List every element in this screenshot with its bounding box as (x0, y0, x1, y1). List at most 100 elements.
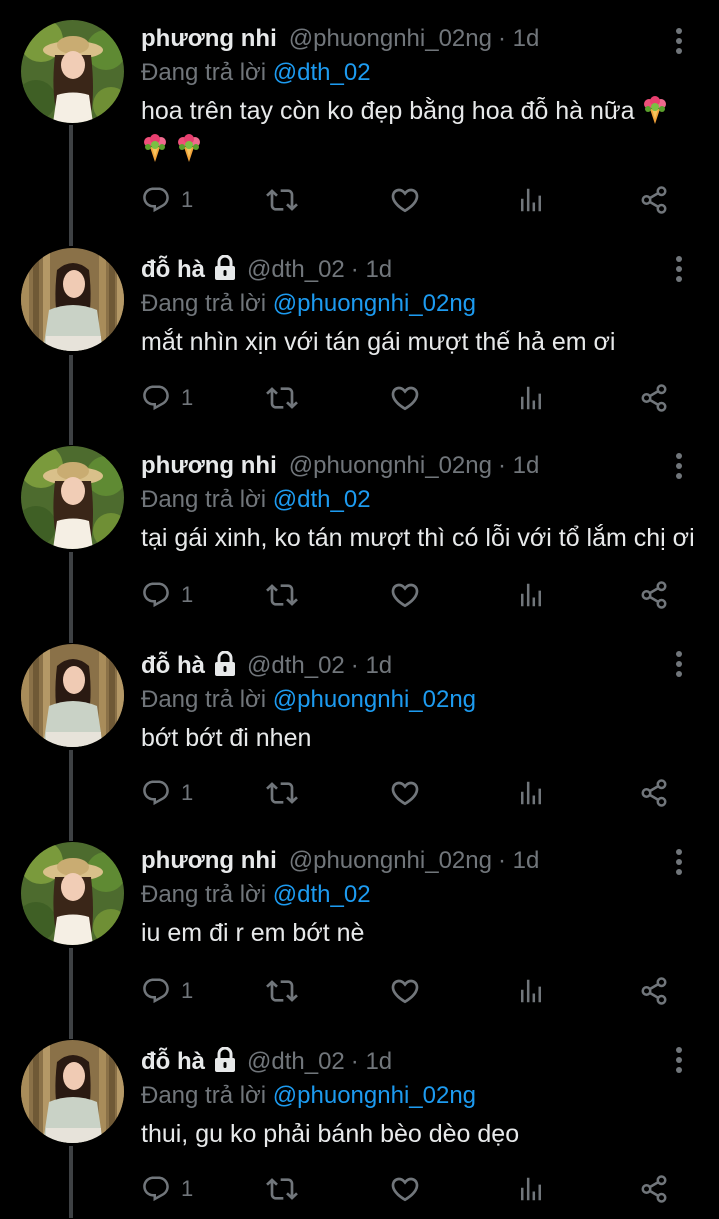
mention-link[interactable]: @dth_02 (273, 881, 371, 908)
more-vertical-icon[interactable] (667, 254, 691, 284)
avatar[interactable] (21, 644, 124, 747)
retweet-button[interactable] (266, 773, 298, 813)
retweet-button[interactable] (266, 575, 298, 615)
author-handle[interactable]: @phuongnhi_02ng (289, 847, 492, 875)
reply-count: 1 (181, 1176, 194, 1201)
views-button[interactable] (516, 971, 546, 1011)
avatar[interactable] (21, 248, 124, 351)
more-vertical-icon[interactable] (667, 1045, 691, 1075)
author-name[interactable]: phương nhi (141, 452, 277, 480)
mention-link[interactable]: @dth_02 (273, 59, 371, 86)
reply-button[interactable]: 1 (141, 1169, 193, 1209)
views-button[interactable] (516, 575, 546, 615)
avatar-photo (21, 842, 124, 945)
avatar[interactable] (21, 20, 124, 123)
tweet-time[interactable]: · 1d (351, 256, 392, 284)
analytics-icon (516, 976, 546, 1006)
author-name[interactable]: đỗ hà (141, 256, 205, 284)
reply-button[interactable]: 1 (141, 378, 193, 418)
reply-icon (141, 778, 171, 808)
like-button[interactable] (389, 773, 421, 813)
reply-count: 1 (181, 780, 194, 805)
more-vertical-icon[interactable] (667, 451, 691, 481)
mention-link[interactable]: @phuongnhi_02ng (273, 290, 476, 317)
replying-label: Đang trả lời (141, 59, 267, 86)
author-handle[interactable]: @phuongnhi_02ng (289, 452, 492, 480)
retweet-button[interactable] (266, 378, 298, 418)
reply-button[interactable]: 1 (141, 971, 193, 1011)
replying-label: Đang trả lời (141, 486, 267, 513)
reply-button[interactable]: 1 (141, 180, 193, 220)
share-button[interactable] (639, 971, 669, 1011)
author-handle[interactable]: @dth_02 (247, 652, 345, 680)
tweet-text: tại gái xinh, ko tán mượt thì có lỗi với… (141, 524, 695, 552)
views-button[interactable] (516, 1169, 546, 1209)
share-button[interactable] (639, 180, 669, 220)
heart-icon (389, 382, 421, 414)
author-name[interactable]: phương nhi (141, 847, 277, 875)
like-button[interactable] (389, 971, 421, 1011)
retweet-icon (266, 184, 298, 216)
reply-button[interactable]: 1 (141, 773, 193, 813)
replying-to: Đang trả lời @phuongnhi_02ng (141, 683, 699, 717)
avatar[interactable] (21, 1040, 124, 1143)
views-button[interactable] (516, 180, 546, 220)
share-button[interactable] (639, 1169, 669, 1209)
author-name[interactable]: đỗ hà (141, 1048, 205, 1076)
tweet[interactable]: đỗ hà @dth_02 · 1d Đang trả lời @phuongn… (0, 1021, 719, 1219)
like-button[interactable] (389, 180, 421, 220)
author-handle[interactable]: @phuongnhi_02ng (289, 25, 492, 53)
views-button[interactable] (516, 378, 546, 418)
retweet-button[interactable] (266, 180, 298, 220)
avatar-photo (21, 644, 124, 747)
retweet-icon (266, 382, 298, 414)
avatar[interactable] (21, 446, 124, 549)
author-handle[interactable]: @dth_02 (247, 1048, 345, 1076)
tweet-time[interactable]: · 1d (351, 652, 392, 680)
tweet[interactable]: đỗ hà @dth_02 · 1d Đang trả lời @phuongn… (0, 230, 719, 428)
mention-link[interactable]: @dth_02 (273, 486, 371, 513)
like-button[interactable] (389, 575, 421, 615)
author-name[interactable]: đỗ hà (141, 652, 205, 680)
tweet-time[interactable]: · 1d (351, 1048, 392, 1076)
author-name[interactable]: phương nhi (141, 25, 277, 53)
tweet[interactable]: đỗ hà @dth_02 · 1d Đang trả lời @phuongn… (0, 625, 719, 823)
tweet-time[interactable]: · 1d (498, 25, 539, 53)
author-handle[interactable]: @dth_02 (247, 256, 345, 284)
share-button[interactable] (639, 378, 669, 418)
tweet-time[interactable]: · 1d (498, 452, 539, 480)
tweet-time[interactable]: · 1d (498, 847, 539, 875)
reply-button[interactable]: 1 (141, 575, 193, 615)
share-icon (639, 580, 669, 610)
analytics-icon (516, 185, 546, 215)
views-button[interactable] (516, 773, 546, 813)
like-button[interactable] (389, 378, 421, 418)
tweet[interactable]: phương nhi @phuongnhi_02ng · 1d Đang trả… (0, 427, 719, 625)
replying-label: Đang trả lời (141, 1082, 267, 1109)
replying-to: Đang trả lời @dth_02 (141, 878, 699, 912)
replying-label: Đang trả lời (141, 290, 267, 317)
more-vertical-icon[interactable] (667, 26, 691, 56)
avatar[interactable] (21, 842, 124, 945)
lock-icon (213, 651, 237, 677)
tweet-actions: 1 (141, 378, 681, 418)
mention-link[interactable]: @phuongnhi_02ng (273, 686, 476, 713)
retweet-button[interactable] (266, 971, 298, 1011)
mention-link[interactable]: @phuongnhi_02ng (273, 1082, 476, 1109)
bouquet-emoji (141, 133, 169, 163)
tweet-header: đỗ hà @dth_02 · 1d (141, 253, 699, 287)
tweet-actions: 1 (141, 773, 681, 813)
like-button[interactable] (389, 1169, 421, 1209)
share-button[interactable] (639, 773, 669, 813)
share-icon (639, 1174, 669, 1204)
more-vertical-icon[interactable] (667, 649, 691, 679)
tweet[interactable]: phương nhi @phuongnhi_02ng · 1d Đang trả… (0, 823, 719, 1021)
avatar-photo (21, 248, 124, 351)
retweet-icon (266, 975, 298, 1007)
tweet[interactable]: phương nhi @phuongnhi_02ng · 1d Đang trả… (0, 0, 719, 198)
share-button[interactable] (639, 575, 669, 615)
retweet-icon (266, 579, 298, 611)
retweet-button[interactable] (266, 1169, 298, 1209)
more-vertical-icon[interactable] (667, 847, 691, 877)
replying-to: Đang trả lời @phuongnhi_02ng (141, 287, 699, 321)
